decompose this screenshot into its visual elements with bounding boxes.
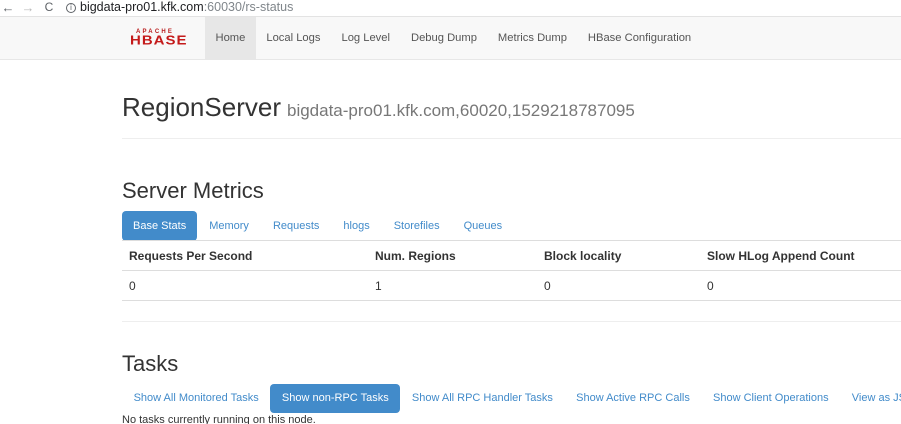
column-header: Slow HLog Append Count xyxy=(700,240,901,271)
pill-view-as-json[interactable]: View as JSON xyxy=(840,384,901,413)
no-tasks-message: No tasks currently running on this node. xyxy=(122,414,316,424)
nav-links: Home Local Logs Log Level Debug Dump Met… xyxy=(205,17,702,60)
pill-non-rpc-tasks[interactable]: Show non-RPC Tasks xyxy=(270,384,401,413)
nav-debug-dump[interactable]: Debug Dump xyxy=(401,17,488,60)
page-subtitle: bigdata-pro01.kfk.com,60020,152921878709… xyxy=(286,101,635,120)
page-header: RegionServer bigdata-pro01.kfk.com,60020,… xyxy=(122,92,901,139)
table-cell: 0 xyxy=(700,270,901,301)
column-header: Requests Per Second xyxy=(122,240,368,271)
task-filter-pills: Show All Monitored Tasks Show non-RPC Ta… xyxy=(122,384,901,413)
metrics-tabs: Base Stats Memory Requests hlogs Storefi… xyxy=(122,211,514,241)
url-host: bigdata-pro01.kfk.com xyxy=(80,0,204,14)
reload-icon[interactable]: C xyxy=(41,0,57,17)
pill-rpc-handler-tasks[interactable]: Show All RPC Handler Tasks xyxy=(400,384,564,413)
nav-home[interactable]: Home xyxy=(205,17,256,60)
hbase-logo[interactable]: APACHE HBASE xyxy=(130,29,196,49)
page-title: RegionServer xyxy=(122,92,281,122)
forward-arrow-icon[interactable]: → xyxy=(20,0,36,17)
base-stats-table: Requests Per Second Num. Regions Block l… xyxy=(122,240,901,301)
tab-hlogs[interactable]: hlogs xyxy=(331,211,381,241)
pill-client-operations[interactable]: Show Client Operations xyxy=(701,384,840,413)
browser-address-bar: ← → C i bigdata-pro01.kfk.com:60030/rs-s… xyxy=(0,0,901,17)
table-header-row: Requests Per Second Num. Regions Block l… xyxy=(122,240,901,271)
column-header: Num. Regions xyxy=(368,240,537,271)
pill-all-monitored-tasks[interactable]: Show All Monitored Tasks xyxy=(122,384,270,413)
site-info-icon[interactable]: i xyxy=(66,3,76,13)
tab-queues[interactable]: Queues xyxy=(452,211,515,241)
nav-local-logs[interactable]: Local Logs xyxy=(256,17,331,60)
table-cell: 1 xyxy=(368,270,537,301)
server-metrics-heading: Server Metrics xyxy=(122,178,264,203)
tab-requests[interactable]: Requests xyxy=(261,211,331,241)
tab-memory[interactable]: Memory xyxy=(197,211,261,241)
top-navbar: APACHE HBASE Home Local Logs Log Level D… xyxy=(0,17,901,60)
pill-active-rpc-calls[interactable]: Show Active RPC Calls xyxy=(565,384,702,413)
logo-hbase-text: HBASE xyxy=(130,33,188,48)
nav-log-level[interactable]: Log Level xyxy=(331,17,401,60)
tab-base-stats[interactable]: Base Stats xyxy=(122,211,198,241)
section-divider xyxy=(122,321,901,322)
column-header: Block locality xyxy=(537,240,700,271)
tab-storefiles[interactable]: Storefiles xyxy=(382,211,452,241)
back-arrow-icon[interactable]: ← xyxy=(0,0,16,17)
url-field[interactable]: bigdata-pro01.kfk.com:60030/rs-status xyxy=(80,0,293,17)
tasks-heading: Tasks xyxy=(122,351,179,376)
url-path: :60030/rs-status xyxy=(203,0,294,14)
nav-metrics-dump[interactable]: Metrics Dump xyxy=(487,17,577,60)
table-row: 0 1 0 0 xyxy=(122,270,901,301)
table-cell: 0 xyxy=(537,270,700,301)
nav-hbase-configuration[interactable]: HBase Configuration xyxy=(577,17,701,60)
table-cell: 0 xyxy=(122,270,368,301)
